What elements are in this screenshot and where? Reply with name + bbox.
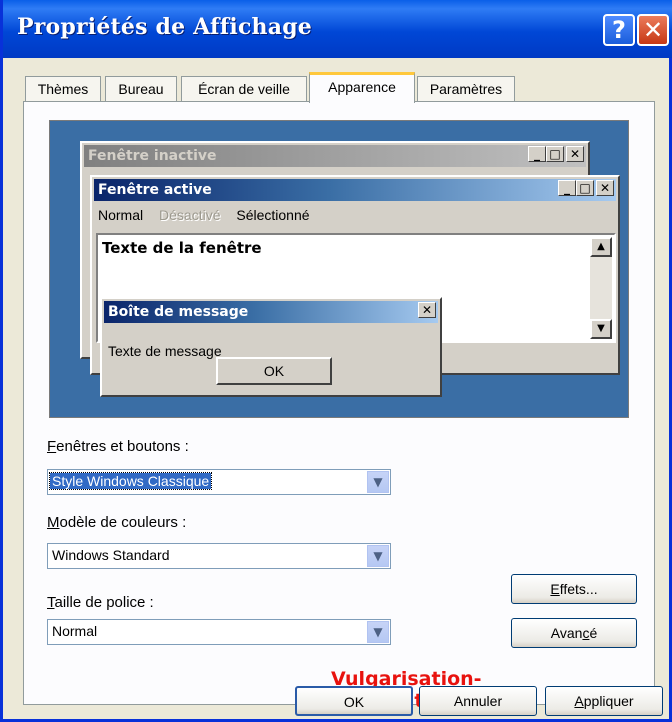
button-label: ffets... <box>559 581 598 597</box>
active-window-title: Fenêtre active <box>94 179 616 201</box>
color-scheme-select[interactable]: Windows Standard ▼ <box>47 543 391 569</box>
vertical-scrollbar[interactable]: ▲ ▼ <box>590 237 612 339</box>
inactive-window-title: Fenêtre inactive <box>84 145 586 167</box>
window-title: Propriétés de Affichage <box>17 14 312 40</box>
minimize-icon: _ <box>528 146 546 162</box>
cancel-button[interactable]: Annuler <box>419 686 537 716</box>
close-icon: ✕ <box>566 146 584 162</box>
hotkey-letter: F <box>47 438 57 455</box>
color-scheme-value: Windows Standard <box>52 547 170 563</box>
label-text: aille de police : <box>54 594 154 611</box>
help-button[interactable]: ? <box>603 14 635 46</box>
message-box-preview[interactable]: Boîte de message ✕ Texte de message OK <box>100 297 442 397</box>
display-properties-window: Propriétés de Affichage ? ✕ Thèmes Burea… <box>0 0 672 722</box>
windows-buttons-value: Style Windows Classique <box>48 472 213 490</box>
apply-button[interactable]: Appliquer <box>545 686 663 716</box>
font-size-value: Normal <box>52 623 98 639</box>
color-scheme-label: Modèle de couleurs : <box>47 514 186 531</box>
minimize-icon: _ <box>558 180 576 196</box>
menu-selected[interactable]: Sélectionné <box>236 207 309 223</box>
active-window-buttons: _ □ ✕ <box>558 180 614 198</box>
tab-screensaver[interactable]: Écran de veille <box>181 76 307 102</box>
button-label: ppliquer <box>583 693 634 709</box>
help-icon: ? <box>612 16 626 44</box>
menu-normal[interactable]: Normal <box>98 207 143 223</box>
appearance-preview: Fenêtre inactive _ □ ✕ Fenêtre active _ □ ✕ … <box>49 120 629 418</box>
chevron-down-icon[interactable]: ▼ <box>367 621 389 643</box>
hotkey-letter: E <box>550 581 560 597</box>
preview-menu-bar: Normal Désactivé Sélectionné <box>98 207 322 223</box>
chevron-down-icon[interactable]: ▼ <box>367 545 389 567</box>
tab-settings[interactable]: Paramètres <box>417 76 515 102</box>
close-icon: ✕ <box>596 180 614 196</box>
message-box-title: Boîte de message <box>104 301 438 323</box>
close-icon: ✕ <box>418 302 436 318</box>
hotkey-letter: T <box>47 594 55 611</box>
title-bar[interactable]: Propriétés de Affichage ? ✕ <box>3 0 672 58</box>
inactive-window-buttons: _ □ ✕ <box>528 146 584 164</box>
close-button[interactable]: ✕ <box>637 14 669 46</box>
scroll-down-icon[interactable]: ▼ <box>590 319 612 339</box>
chevron-down-icon[interactable]: ▼ <box>367 471 389 493</box>
windows-buttons-select[interactable]: Style Windows Classique ▼ <box>47 469 391 495</box>
button-label: é <box>589 625 598 641</box>
hotkey-letter: M <box>47 514 60 531</box>
close-icon: ✕ <box>642 16 664 44</box>
font-size-select[interactable]: Normal ▼ <box>47 619 391 645</box>
menu-disabled[interactable]: Désactivé <box>159 207 220 223</box>
label-text: odèle de couleurs : <box>59 514 187 531</box>
effects-button[interactable]: Effets... <box>511 574 637 604</box>
message-box-buttons: ✕ <box>418 302 436 320</box>
ok-button[interactable]: OK <box>295 686 413 716</box>
advanced-button[interactable]: Avancé <box>511 618 637 648</box>
tab-desktop[interactable]: Bureau <box>105 76 177 102</box>
maximize-icon: □ <box>576 180 594 196</box>
window-text: Texte de la fenêtre <box>102 239 262 257</box>
maximize-icon: □ <box>546 146 564 162</box>
tab-appearance[interactable]: Apparence <box>309 72 415 103</box>
font-size-label: Taille de police : <box>47 594 154 611</box>
button-label: Avan <box>550 625 583 641</box>
label-text: enêtres et boutons : <box>56 438 189 455</box>
message-ok-button[interactable]: OK <box>216 357 332 385</box>
message-text: Texte de message <box>108 343 222 359</box>
hotkey-letter: A <box>574 693 584 709</box>
tab-themes[interactable]: Thèmes <box>25 76 101 102</box>
scroll-up-icon[interactable]: ▲ <box>590 237 612 257</box>
windows-buttons-label: Fenêtres et boutons : <box>47 438 189 455</box>
